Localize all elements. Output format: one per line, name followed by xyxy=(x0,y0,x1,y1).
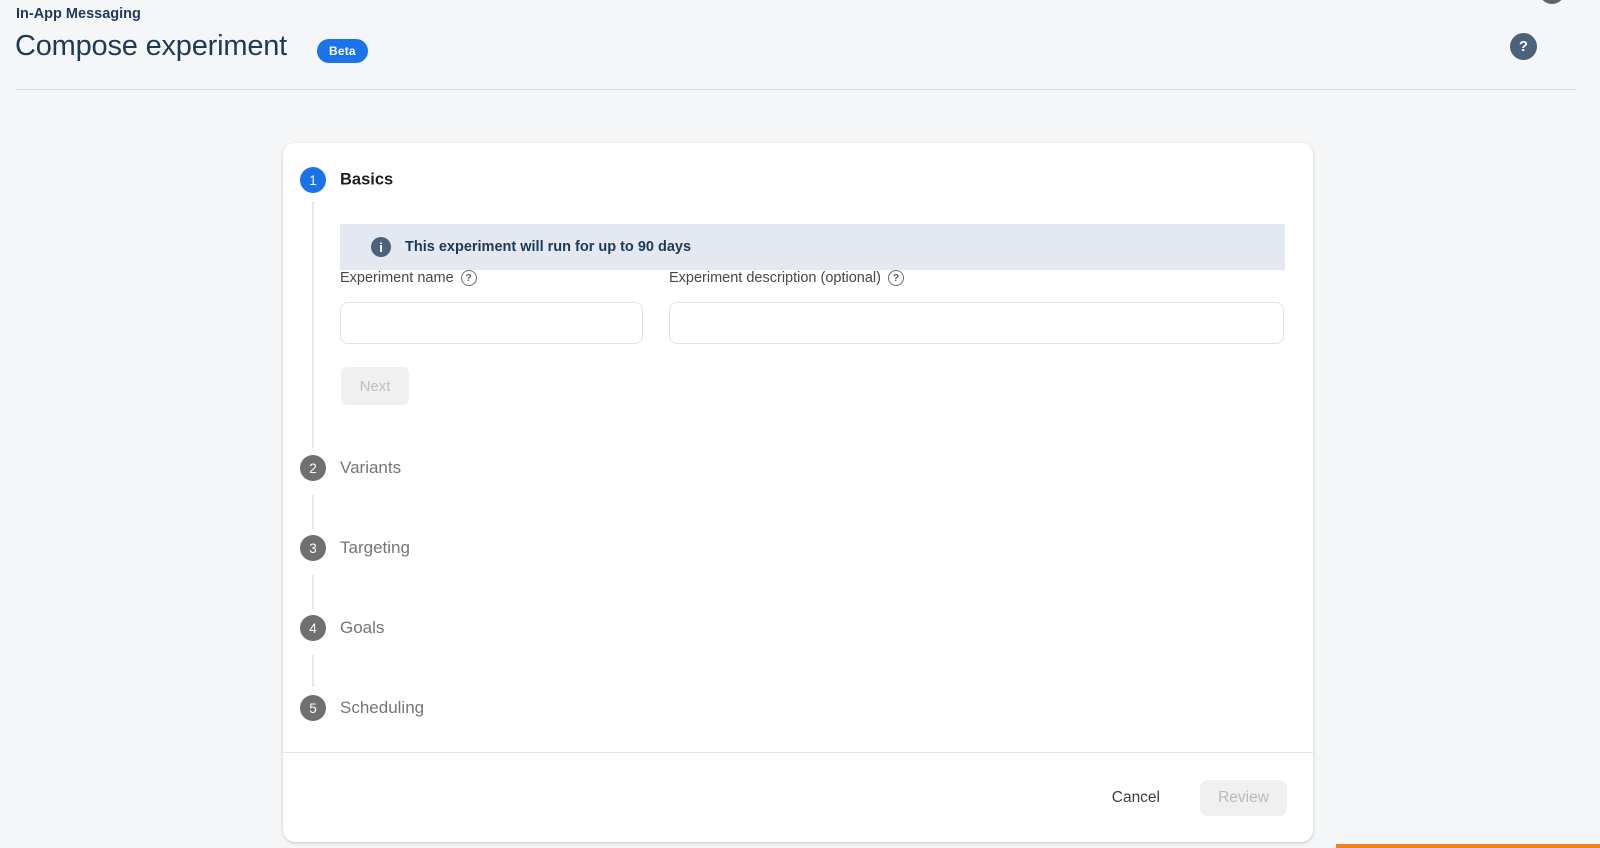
experiment-description-label: Experiment description (optional) ? xyxy=(669,270,904,286)
breadcrumb-in-app-messaging[interactable]: In-App Messaging xyxy=(16,6,141,22)
card-footer: Cancel Review xyxy=(283,752,1313,842)
beta-badge: Beta xyxy=(317,39,368,63)
step-circle-scheduling[interactable]: 5 xyxy=(300,695,326,721)
step-label-scheduling[interactable]: Scheduling xyxy=(340,698,424,718)
step-connector xyxy=(312,655,314,687)
step-connector xyxy=(312,575,314,609)
step-label-goals[interactable]: Goals xyxy=(340,618,384,638)
experiment-description-input[interactable] xyxy=(669,302,1284,344)
step-label-targeting[interactable]: Targeting xyxy=(340,538,410,558)
header-divider xyxy=(16,89,1576,90)
cancel-button[interactable]: Cancel xyxy=(1102,781,1170,815)
orange-accent-bar xyxy=(1336,844,1600,848)
step-circle-basics[interactable]: 1 xyxy=(300,167,326,193)
step-label-basics[interactable]: Basics xyxy=(340,171,393,190)
step-circle-goals[interactable]: 4 xyxy=(300,615,326,641)
page-title: Compose experiment xyxy=(15,30,287,63)
info-banner-text: This experiment will run for up to 90 da… xyxy=(405,239,691,255)
info-icon: i xyxy=(371,237,391,257)
compose-experiment-card: 1 Basics i This experiment will run for … xyxy=(283,143,1313,842)
help-icon[interactable]: ? xyxy=(1510,33,1537,60)
experiment-name-input[interactable] xyxy=(340,302,643,344)
experiment-name-help-icon[interactable]: ? xyxy=(461,270,477,286)
avatar[interactable] xyxy=(1539,0,1565,4)
experiment-name-label: Experiment name ? xyxy=(340,270,477,286)
step-circle-variants[interactable]: 2 xyxy=(300,455,326,481)
next-button[interactable]: Next xyxy=(341,367,409,405)
experiment-description-label-text: Experiment description (optional) xyxy=(669,270,881,286)
step-connector xyxy=(312,201,314,448)
review-button[interactable]: Review xyxy=(1200,780,1287,816)
info-banner: i This experiment will run for up to 90 … xyxy=(340,224,1285,270)
step-connector xyxy=(312,495,314,529)
step-label-variants[interactable]: Variants xyxy=(340,458,401,478)
step-circle-targeting[interactable]: 3 xyxy=(300,535,326,561)
experiment-description-help-icon[interactable]: ? xyxy=(888,270,904,286)
experiment-name-label-text: Experiment name xyxy=(340,270,454,286)
